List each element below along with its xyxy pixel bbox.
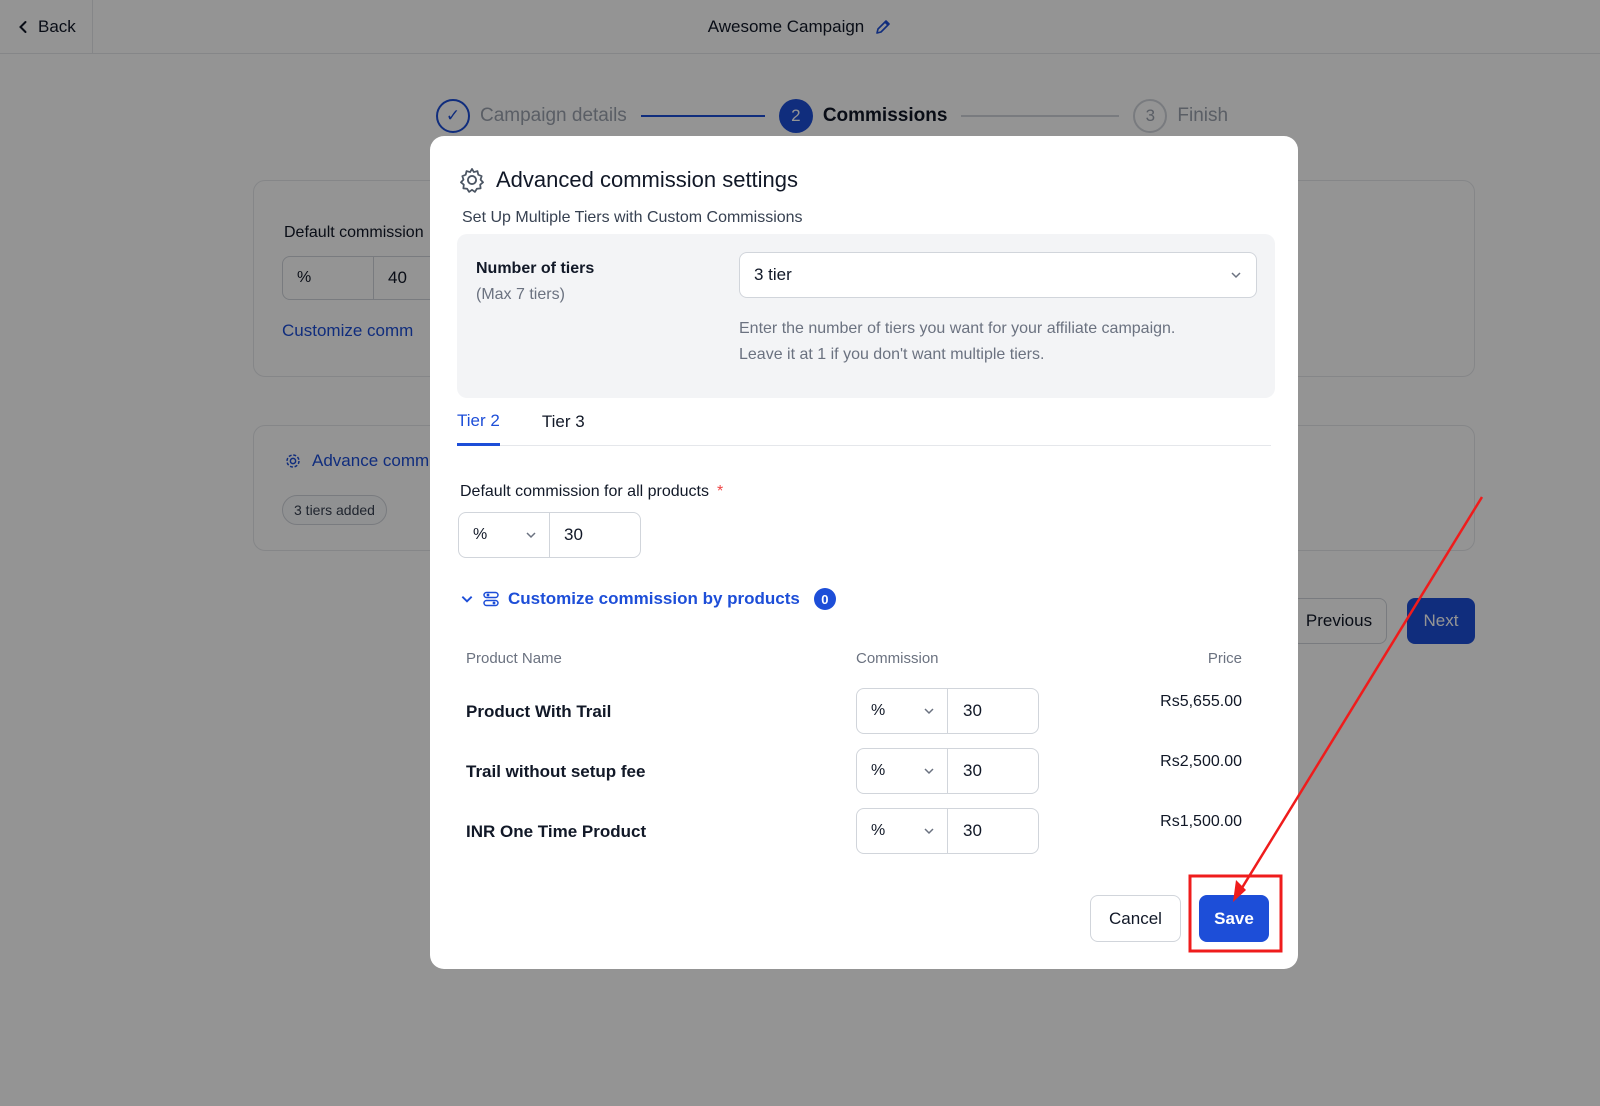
- product-commission-type-select[interactable]: %: [856, 688, 948, 734]
- product-name: Product With Trail: [466, 702, 612, 721]
- product-price: Rs1,500.00: [1160, 813, 1242, 830]
- tiers-help-line: Enter the number of tiers you want for y…: [739, 320, 1176, 337]
- product-name: Trail without setup fee: [466, 762, 646, 781]
- advanced-commission-modal: Advanced commission settings Set Up Mult…: [430, 136, 1298, 969]
- column-header-product-name: Product Name: [466, 650, 562, 667]
- sliders-icon: [483, 591, 499, 607]
- max-tiers-hint: (Max 7 tiers): [476, 286, 565, 303]
- tiers-help-text: Enter the number of tiers you want for y…: [739, 316, 1239, 368]
- tier-tabs: Tier 2 Tier 3: [457, 398, 1271, 446]
- modal-header: Advanced commission settings: [458, 166, 798, 194]
- custom-products-count: 0: [813, 588, 836, 610]
- modal-subtitle: Set Up Multiple Tiers with Custom Commis…: [462, 209, 803, 226]
- product-commission-type-select[interactable]: %: [856, 748, 948, 794]
- modal-title: Advanced commission settings: [496, 167, 799, 192]
- tiers-settings-box: Number of tiers (Max 7 tiers) 3 tier Ent…: [457, 234, 1275, 398]
- chevron-down-icon: [924, 708, 934, 715]
- product-commission-input[interactable]: 30: [947, 808, 1039, 854]
- tab-tier-2[interactable]: Tier 2: [457, 398, 500, 446]
- customize-by-products-toggle[interactable]: Customize commission by products 0: [460, 588, 836, 610]
- chevron-down-icon: [1231, 272, 1241, 279]
- commission-type-value: %: [473, 526, 488, 543]
- tiers-select-value: 3 tier: [754, 265, 792, 284]
- gear-icon: [460, 168, 484, 193]
- required-asterisk: *: [716, 483, 724, 500]
- column-header-commission: Commission: [856, 650, 939, 667]
- default-commission-label: Default commission for all products *: [460, 483, 723, 501]
- tab-tier-3[interactable]: Tier 3: [542, 398, 585, 446]
- column-header-price: Price: [1207, 650, 1242, 667]
- product-price: Rs2,500.00: [1160, 753, 1242, 770]
- product-name: INR One Time Product: [466, 822, 647, 841]
- commission-type-select[interactable]: %: [458, 512, 550, 558]
- table-row: Product With Trail % 30 Rs5,655.00: [430, 688, 1298, 738]
- table-row: INR One Time Product % 30 Rs1,500.00: [430, 808, 1298, 858]
- number-of-tiers-label: Number of tiers: [476, 260, 595, 277]
- chevron-down-icon: [924, 828, 934, 835]
- chevron-down-icon: [924, 768, 934, 775]
- cancel-button[interactable]: Cancel: [1090, 895, 1181, 942]
- table-row: Trail without setup fee % 30 Rs2,500.00: [430, 748, 1298, 798]
- product-commission-type-select[interactable]: %: [856, 808, 948, 854]
- commission-value-input[interactable]: 30: [549, 512, 641, 558]
- chevron-down-icon: [526, 532, 536, 539]
- customize-by-products-label: Customize commission by products: [508, 589, 800, 608]
- number-of-tiers-select[interactable]: 3 tier: [739, 252, 1257, 298]
- commission-type-value: %: [871, 822, 886, 839]
- tiers-help-line: Leave it at 1 if you don't want multiple…: [739, 346, 1045, 363]
- product-price: Rs5,655.00: [1160, 693, 1242, 710]
- commission-type-value: %: [871, 762, 886, 779]
- default-commission-label-text: Default commission for all products: [460, 483, 709, 500]
- chevron-down-icon: [461, 596, 473, 603]
- save-button[interactable]: Save: [1199, 895, 1269, 942]
- product-commission-input[interactable]: 30: [947, 748, 1039, 794]
- commission-type-value: %: [871, 702, 886, 719]
- product-commission-input[interactable]: 30: [947, 688, 1039, 734]
